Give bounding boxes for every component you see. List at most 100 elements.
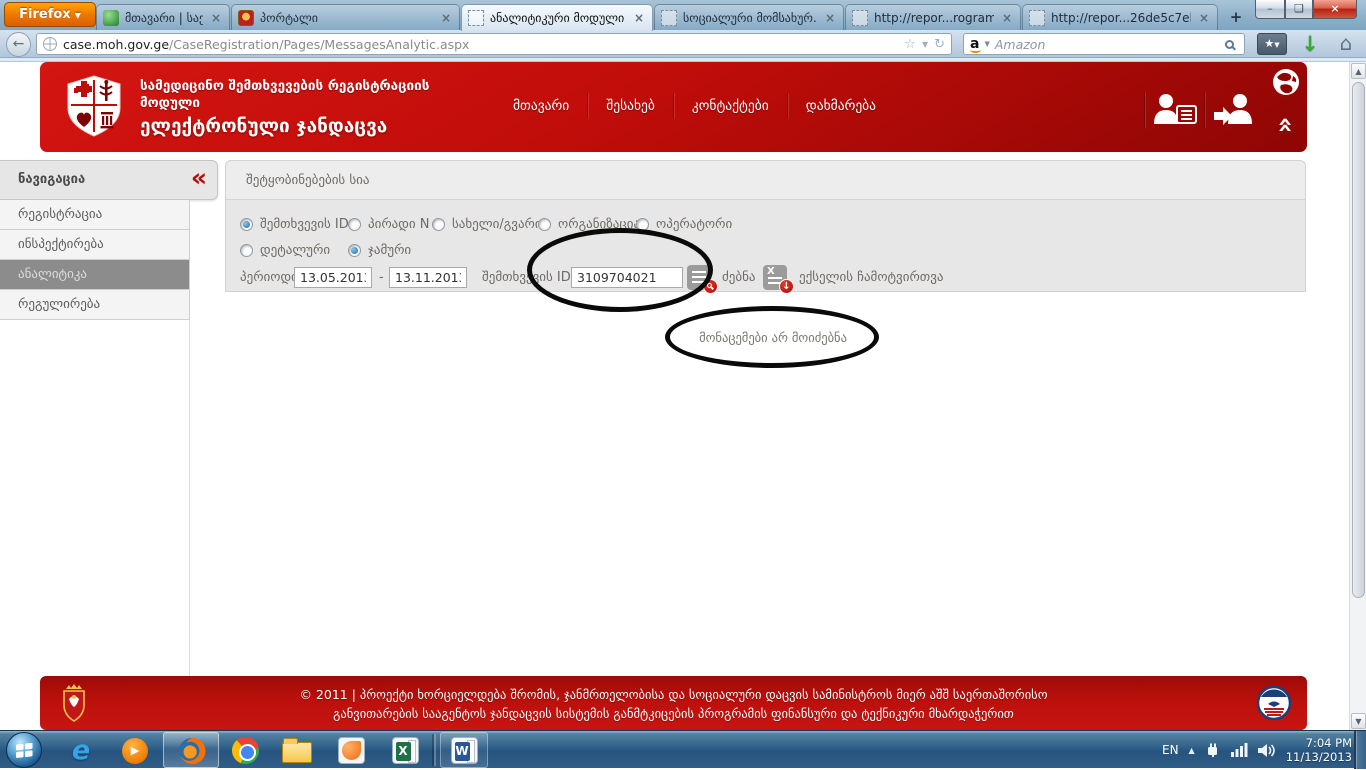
nav-item-help[interactable]: დახმარება: [788, 92, 894, 120]
excel-download-icon[interactable]: X ↓: [763, 265, 787, 290]
close-icon[interactable]: ×: [1197, 11, 1211, 25]
close-icon[interactable]: ×: [439, 11, 453, 25]
scroll-down-arrow[interactable]: ▼: [1351, 713, 1366, 729]
sidebar-item-regulation[interactable]: რეგულირება: [0, 290, 190, 320]
site-title: სამედიცინო შემთხვევების რეგისტრაციის მოდ…: [140, 78, 429, 137]
speaker-volume-icon[interactable]: [1258, 743, 1276, 758]
period-label: პერიოდი:: [240, 270, 302, 285]
url-path: /CaseRegistration/Pages/MessagesAnalytic…: [169, 37, 469, 52]
search-report-icon[interactable]: [687, 265, 711, 290]
footer-line2: განვითარების სააგენტოს ჯანდაცვის სისტემი…: [40, 704, 1307, 723]
taskbar-clock[interactable]: 7:04 PM 11/13/2013: [1286, 736, 1352, 764]
page-scrollbar[interactable]: ▲ ▼: [1349, 62, 1366, 730]
show-desktop-button[interactable]: [1354, 731, 1366, 769]
portal-favicon-icon: [238, 10, 254, 26]
usaid-emblem-icon: [1257, 686, 1291, 724]
excel-button-label[interactable]: ექსელის ჩამოტვირთვა: [799, 270, 943, 285]
close-icon[interactable]: ×: [1000, 11, 1014, 25]
window-minimize-button[interactable]: –: [1255, 0, 1285, 19]
taskbar-divider: [434, 734, 436, 766]
browser-tab-2[interactable]: პორტალი ×: [231, 4, 460, 30]
power-plug-icon[interactable]: [1205, 742, 1221, 758]
date-range-separator: -: [379, 270, 384, 285]
taskbar-foxit-icon[interactable]: [328, 734, 374, 767]
radio-label: პირადი N: [368, 217, 430, 232]
radio-operator[interactable]: [636, 218, 649, 231]
downloads-button[interactable]: ↓: [1298, 31, 1322, 57]
footer-line1: © 2011 | პროექტი ხორციელდება შრომის, ჯან…: [40, 685, 1307, 704]
radio-summary[interactable]: [348, 244, 361, 257]
browser-tab-5[interactable]: http://repor...rograms.aspx ×: [845, 4, 1021, 30]
radio-label: სახელი/გვარი: [452, 217, 542, 232]
close-icon[interactable]: ×: [209, 11, 223, 25]
filter-panel: შემთხვევის ID პირადი N სახელი/გვარი ორგა…: [225, 200, 1306, 292]
logout-user-icon[interactable]: [1212, 92, 1258, 132]
language-indicator[interactable]: EN: [1162, 743, 1179, 757]
scroll-up-arrow[interactable]: ▲: [1351, 63, 1366, 79]
browser-tab-4[interactable]: სოციალური მომსახურ... ×: [654, 4, 844, 30]
nav-item-contacts[interactable]: კონტაქტები: [674, 92, 787, 120]
chevron-down-icon[interactable]: ▼: [984, 40, 989, 48]
radio-personal-n[interactable]: [348, 218, 361, 231]
no-data-message: მონაცემები არ მოიძებნა: [648, 330, 898, 345]
search-input[interactable]: a ▼ Amazon: [963, 33, 1245, 55]
new-tab-button[interactable]: +: [1224, 8, 1248, 27]
footer-text: © 2011 | პროექტი ხორციელდება შრომის, ჯან…: [40, 685, 1307, 723]
back-button[interactable]: ←: [6, 32, 31, 57]
sidebar-collapse-icon[interactable]: «: [191, 163, 207, 192]
nav-item-about[interactable]: შესახებ: [588, 92, 673, 120]
browser-tab-6[interactable]: http://repor...26de5c7eb11 ×: [1022, 4, 1218, 30]
reload-icon[interactable]: ↻: [934, 37, 945, 52]
system-tray: EN ▲ 7:04 PM 11/13/2013: [1162, 731, 1352, 769]
nav-item-home[interactable]: მთავარი: [495, 92, 587, 120]
case-id-input[interactable]: [571, 267, 683, 288]
taskbar-excel-icon[interactable]: X: [382, 734, 428, 767]
page-title: შეტყობინებების სია: [246, 173, 369, 188]
radio-case-id[interactable]: [240, 218, 253, 231]
user-profile-icon[interactable]: [1152, 92, 1198, 132]
default-favicon-icon: [661, 10, 677, 26]
site-title-line1: სამედიცინო შემთხვევების რეგისტრაციის: [140, 78, 429, 95]
taskbar-word-button[interactable]: W: [440, 732, 488, 768]
radio-organization[interactable]: [538, 218, 551, 231]
network-signal-icon[interactable]: [1231, 743, 1248, 757]
chevron-down-icon[interactable]: ▼: [922, 40, 928, 49]
home-button[interactable]: ⌂: [1334, 31, 1358, 57]
search-icon[interactable]: [1225, 40, 1234, 49]
taskbar-ie-icon[interactable]: e: [58, 734, 104, 767]
close-icon[interactable]: ×: [823, 11, 837, 25]
tab-title: სოციალური მომსახურ...: [683, 11, 817, 25]
window-close-button[interactable]: ×: [1313, 0, 1357, 19]
radio-detailed[interactable]: [240, 244, 253, 257]
collapse-header-chevrons-icon[interactable]: «: [1274, 117, 1296, 134]
site-header: სამედიცინო შემთხვევების რეგისტრაციის მოდ…: [40, 62, 1307, 152]
browser-chrome: Firefox▼ მთავარი | საქართველო... × პორტა…: [0, 0, 1366, 62]
sidebar-item-registration[interactable]: რეგისტრაცია: [0, 200, 190, 230]
sidebar-item-analytics[interactable]: ანალიტიკა: [0, 260, 190, 290]
date-to-input[interactable]: [389, 267, 467, 288]
bookmark-star-icon[interactable]: ☆: [904, 37, 916, 52]
url-bar[interactable]: case.moh.gov.ge/CaseRegistration/Pages/M…: [36, 33, 952, 55]
taskbar-chrome-icon[interactable]: [222, 734, 268, 767]
radio-name-surname[interactable]: [432, 218, 445, 231]
window-restore-button[interactable]: ❑: [1285, 0, 1313, 19]
globe-favicon-icon: [43, 37, 57, 51]
case-id-label: შემთხვევის ID:: [482, 270, 575, 285]
site-nav: მთავარი შესახებ კონტაქტები დახმარება: [495, 92, 894, 120]
sidebar-item-inspection[interactable]: ინსპექტირება: [0, 230, 190, 260]
hidden-icons-arrow-icon[interactable]: ▲: [1189, 746, 1195, 755]
close-icon[interactable]: ×: [632, 11, 646, 25]
search-button-label[interactable]: ძებნა: [722, 270, 756, 285]
taskbar-firefox-active-button[interactable]: [163, 732, 219, 768]
taskbar-media-player-icon[interactable]: ▶: [112, 734, 158, 767]
date-from-input[interactable]: [294, 267, 372, 288]
browser-tab-active[interactable]: ანალიტიკური მოდული ×: [461, 4, 653, 31]
language-globe-icon[interactable]: [1272, 68, 1300, 100]
firefox-menu-button[interactable]: Firefox▼: [4, 2, 96, 27]
bookmarks-button[interactable]: ★▼: [1257, 33, 1287, 55]
browser-tab-1[interactable]: მთავარი | საქართველო... ×: [96, 4, 230, 30]
start-button[interactable]: [6, 732, 42, 768]
scrollbar-thumb[interactable]: [1352, 82, 1365, 598]
sidebar-header: ნავიგაცია «: [0, 160, 218, 200]
taskbar-explorer-icon[interactable]: [274, 734, 320, 767]
